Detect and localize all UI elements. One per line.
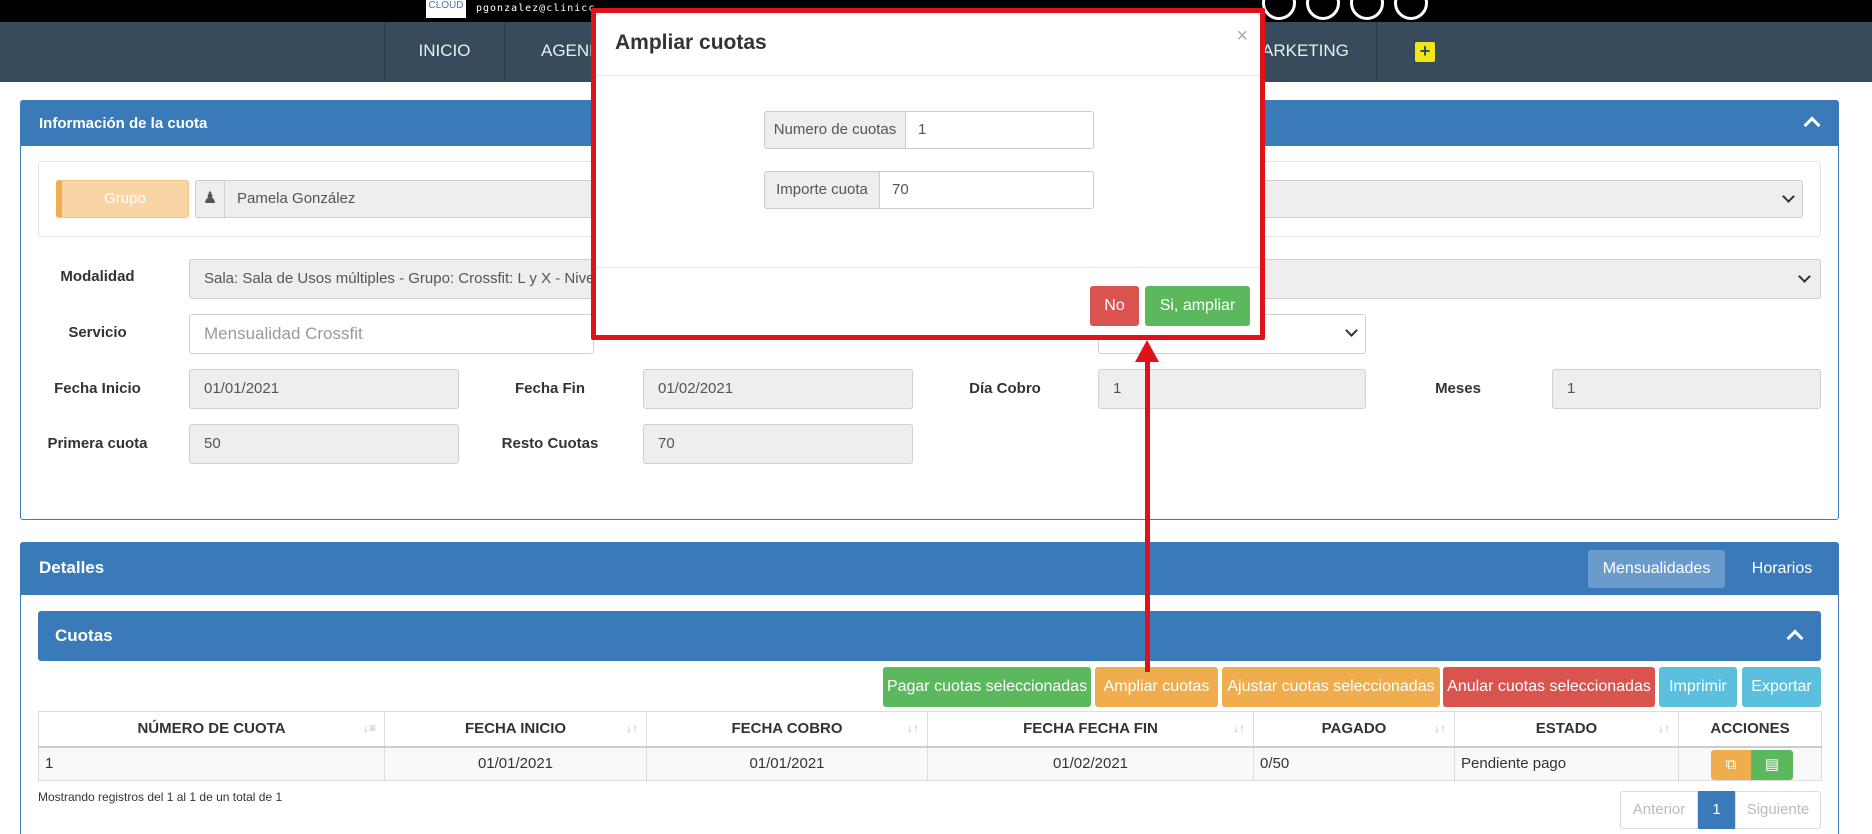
sort-icon: ↓↑ (1233, 721, 1245, 735)
col-estado[interactable]: ESTADO ↓↑ (1454, 711, 1679, 748)
table-row[interactable]: 1 01/01/2021 01/01/2021 01/02/2021 0/50 … (38, 746, 1822, 781)
pagination-next[interactable]: Siguiente (1735, 791, 1821, 829)
cell-acciones: ⧉ ▤ (1678, 746, 1822, 781)
annotation-arrow-head (1135, 340, 1159, 362)
info-panel-title: Información de la cuota (39, 115, 208, 132)
col-estado-label: ESTADO (1535, 720, 1598, 738)
collapse-icon[interactable] (1786, 629, 1804, 647)
modal-title: Ampliar cuotas (615, 31, 767, 54)
cell-numero: 1 (38, 746, 385, 781)
servicio-select[interactable]: Mensualidad Crossfit (189, 314, 594, 354)
sort-icon: ↓↑ (626, 721, 638, 735)
modal-header-divider (596, 75, 1260, 76)
num-quotas-label: Numero de cuotas (764, 111, 906, 149)
tab-horarios[interactable]: Horarios (1737, 550, 1827, 588)
primera-cuota-field[interactable]: 50 (189, 424, 459, 464)
annotation-arrow-line (1145, 352, 1150, 672)
close-icon[interactable]: × (1236, 25, 1248, 48)
resto-cuotas-field[interactable]: 70 (643, 424, 913, 464)
col-fecha-fin-label: FECHA FECHA FIN (1023, 720, 1158, 738)
fecha-fin-label: Fecha Fin (514, 380, 585, 397)
col-pagado[interactable]: PAGADO ↓↑ (1253, 711, 1455, 748)
adjust-selected-button[interactable]: Ajustar cuotas seleccionadas (1222, 667, 1440, 707)
nav-plus-icon[interactable]: + (1415, 42, 1435, 62)
col-acciones: ACCIONES (1678, 711, 1822, 748)
cancel-selected-button[interactable]: Anular cuotas seleccionadas (1443, 667, 1655, 707)
table-header-row: NÚMERO DE CUOTA ↓≡ FECHA INICIO ↓↑ FECHA C… (38, 711, 1822, 748)
cuotas-header[interactable]: Cuotas (38, 611, 1821, 661)
details-panel-title: Detalles (39, 558, 105, 577)
col-numero[interactable]: NÚMERO DE CUOTA ↓≡ (38, 711, 385, 748)
modalidad-label: Modalidad (60, 268, 135, 285)
modalidad-select-extension[interactable] (1265, 259, 1821, 299)
extend-quotas-modal: Ampliar cuotas × Numero de cuotas 1 Impo… (591, 8, 1265, 340)
col-pagado-label: PAGADO (1321, 720, 1387, 738)
sort-desc-icon: ↓≡ (362, 721, 376, 735)
primera-cuota-label: Primera cuota (47, 435, 148, 452)
fecha-inicio-label: Fecha Inicio (54, 380, 141, 397)
extend-quotas-button[interactable]: Ampliar cuotas (1095, 667, 1218, 707)
nav-item-marketing[interactable]: ARKETING (1262, 22, 1376, 82)
cell-fecha-inicio: 01/01/2021 (384, 746, 647, 781)
client-select-extension[interactable] (1265, 180, 1803, 218)
dia-cobro-field[interactable]: 1 (1098, 369, 1366, 409)
cell-fecha-fin: 01/02/2021 (927, 746, 1254, 781)
fecha-inicio-field[interactable]: 01/01/2021 (189, 369, 459, 409)
dia-cobro-label: Día Cobro (969, 380, 1041, 397)
no-button[interactable]: No (1090, 286, 1139, 326)
quota-amount-label: Importe cuota (764, 171, 880, 209)
cell-estado: Pendiente pago (1454, 746, 1679, 781)
num-quotas-input[interactable]: 1 (906, 111, 1094, 149)
meses-label: Meses (1435, 380, 1481, 397)
nav-item-inicio[interactable]: INICIO (384, 22, 504, 82)
col-fecha-inicio-label: FECHA INICIO (464, 720, 567, 738)
col-fecha-fin[interactable]: FECHA FECHA FIN ↓↑ (927, 711, 1254, 748)
cell-pagado: 0/50 (1253, 746, 1455, 781)
resto-cuotas-label: Resto Cuotas (501, 435, 599, 452)
cuotas-title: Cuotas (55, 626, 113, 645)
meses-field[interactable]: 1 (1552, 369, 1821, 409)
quota-amount-input[interactable]: 70 (880, 171, 1094, 209)
modal-footer-divider (596, 267, 1260, 268)
servicio-label: Servicio (68, 324, 127, 341)
confirm-extend-button[interactable]: Si, ampliar (1145, 286, 1250, 326)
col-fecha-inicio[interactable]: FECHA INICIO ↓↑ (384, 711, 647, 748)
cell-fecha-cobro: 01/01/2021 (646, 746, 928, 781)
quotas-table: NÚMERO DE CUOTA ↓≡ FECHA INICIO ↓↑ FECHA C… (38, 711, 1822, 781)
card-icon[interactable]: ▤ (1751, 749, 1793, 780)
group-toggle-button[interactable]: Grupo (56, 180, 189, 218)
person-icon: ♟ (195, 180, 225, 218)
app-logo: CLOUD (426, 0, 466, 18)
pagination-prev[interactable]: Anterior (1620, 791, 1698, 829)
details-panel-header: Detalles Mensualidades Horarios (21, 543, 1838, 595)
pay-selected-button[interactable]: Pagar cuotas seleccionadas (883, 667, 1091, 707)
pagination-page-1[interactable]: 1 (1698, 791, 1735, 829)
copy-icon[interactable]: ⧉ (1711, 749, 1751, 780)
sort-icon: ↓↑ (1658, 721, 1670, 735)
collapse-icon[interactable] (1803, 116, 1821, 134)
col-numero-label: NÚMERO DE CUOTA (137, 720, 286, 738)
table-info: Mostrando registros del 1 al 1 de un tot… (38, 790, 283, 804)
sort-icon: ↓↑ (907, 721, 919, 735)
print-button[interactable]: Imprimir (1659, 667, 1737, 707)
export-button[interactable]: Exportar (1742, 667, 1821, 707)
fecha-fin-field[interactable]: 01/02/2021 (643, 369, 913, 409)
nav-item-agenda[interactable]: AGEND (504, 22, 601, 82)
tab-mensualidades[interactable]: Mensualidades (1588, 550, 1725, 588)
modalidad-select[interactable]: Sala: Sala de Usos múltiples - Grupo: Cr… (189, 259, 594, 299)
client-select[interactable]: Pamela González (224, 180, 594, 218)
sort-icon: ↓↑ (1434, 721, 1446, 735)
col-fecha-cobro[interactable]: FECHA COBRO ↓↑ (646, 711, 928, 748)
col-fecha-cobro-label: FECHA COBRO (731, 720, 843, 738)
